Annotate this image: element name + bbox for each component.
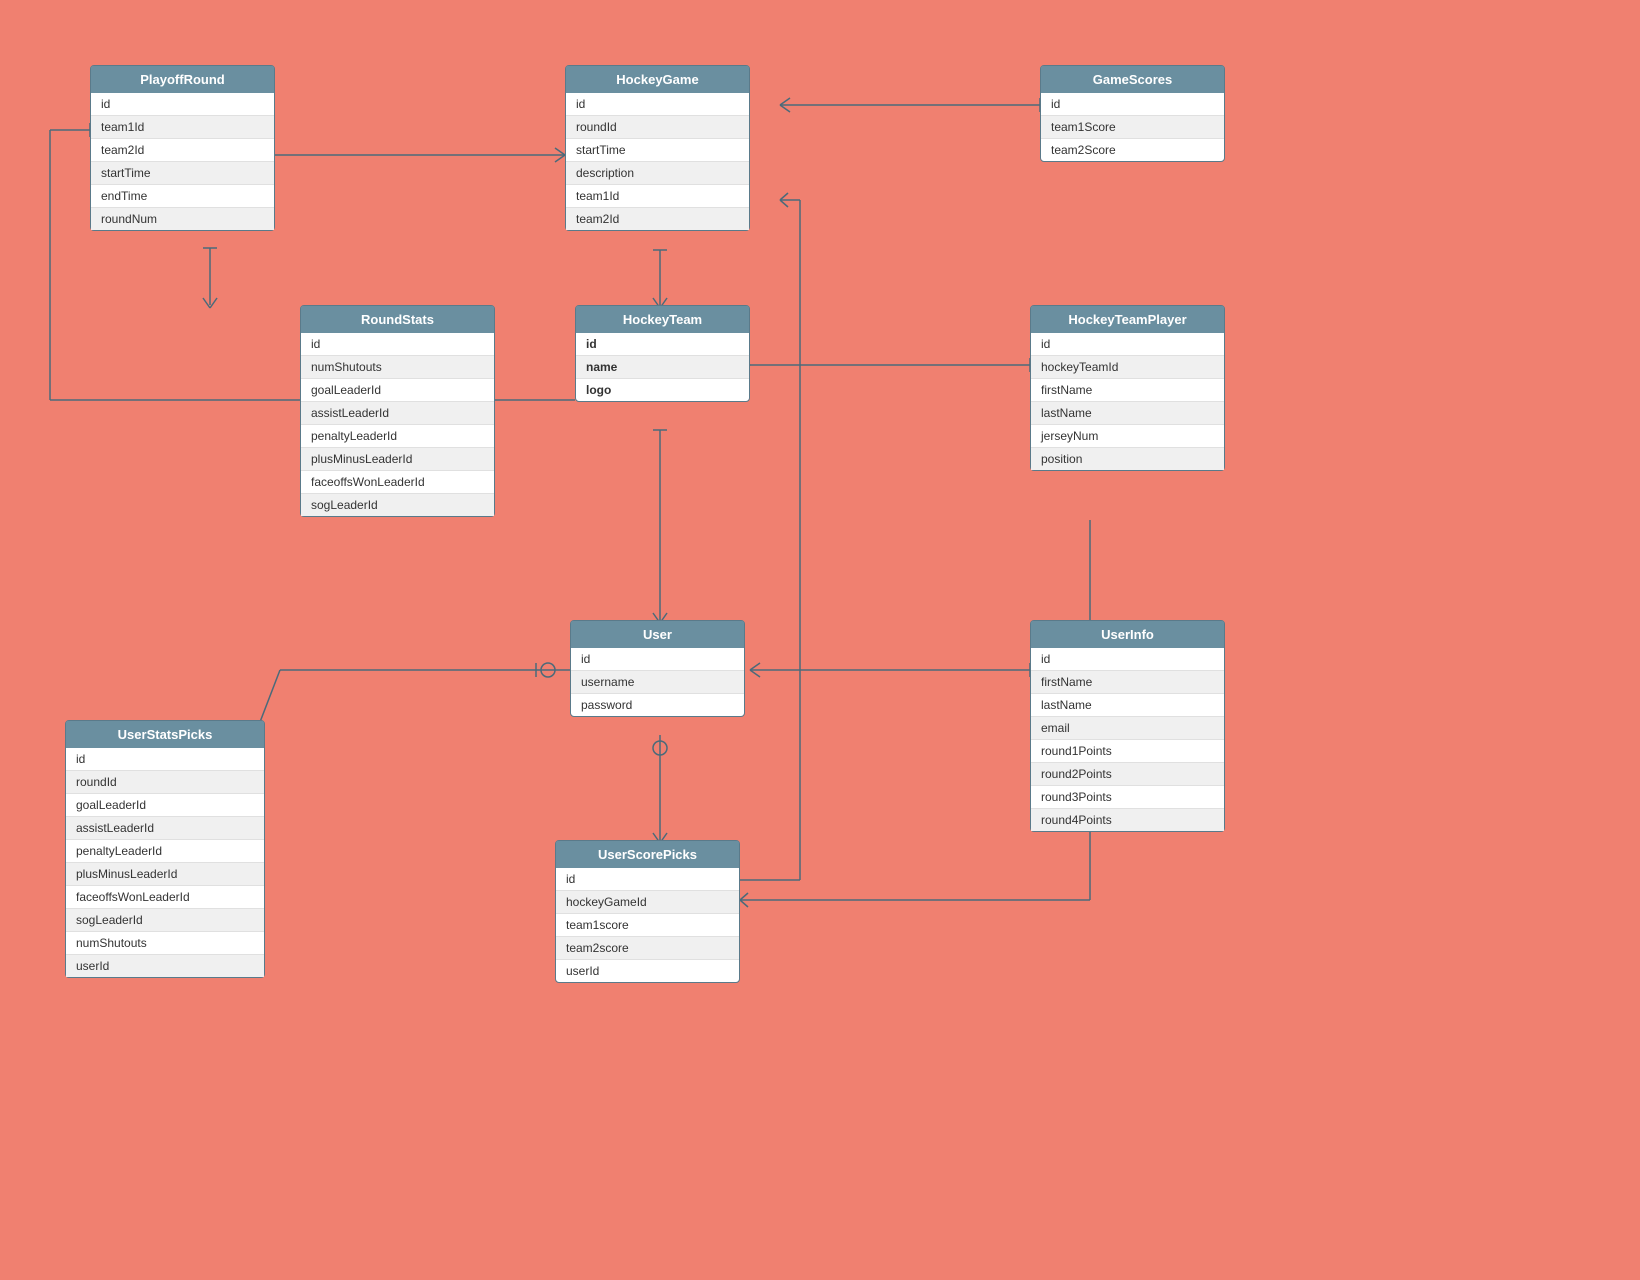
table-row: plusMinusLeaderId	[66, 863, 264, 886]
table-row: id	[91, 93, 274, 116]
table-row: roundId	[566, 116, 749, 139]
user-score-picks-header: UserScorePicks	[556, 841, 739, 868]
table-row: penaltyLeaderId	[301, 425, 494, 448]
table-row: id	[566, 93, 749, 116]
hockey-team-table: HockeyTeam id name logo	[575, 305, 750, 402]
table-row: endTime	[91, 185, 274, 208]
table-row: id	[1031, 333, 1224, 356]
hockey-team-header: HockeyTeam	[576, 306, 749, 333]
table-row: sogLeaderId	[66, 909, 264, 932]
playoff-round-header: PlayoffRound	[91, 66, 274, 93]
table-row: username	[571, 671, 744, 694]
table-row: hockeyTeamId	[1031, 356, 1224, 379]
table-row: id	[1031, 648, 1224, 671]
table-row: jerseyNum	[1031, 425, 1224, 448]
table-row: logo	[576, 379, 749, 401]
table-row: id	[1041, 93, 1224, 116]
table-row: id	[571, 648, 744, 671]
table-row: id	[576, 333, 749, 356]
table-row: roundId	[66, 771, 264, 794]
table-row: firstName	[1031, 671, 1224, 694]
table-row: userId	[66, 955, 264, 977]
table-row: numShutouts	[301, 356, 494, 379]
user-header: User	[571, 621, 744, 648]
table-row: id	[66, 748, 264, 771]
table-row: round2Points	[1031, 763, 1224, 786]
user-score-picks-table: UserScorePicks id hockeyGameId team1scor…	[555, 840, 740, 983]
table-row: team1score	[556, 914, 739, 937]
table-row: goalLeaderId	[301, 379, 494, 402]
table-row: id	[301, 333, 494, 356]
game-scores-header: GameScores	[1041, 66, 1224, 93]
round-stats-header: RoundStats	[301, 306, 494, 333]
table-row: startTime	[91, 162, 274, 185]
table-row: goalLeaderId	[66, 794, 264, 817]
table-row: hockeyGameId	[556, 891, 739, 914]
hockey-team-player-table: HockeyTeamPlayer id hockeyTeamId firstNa…	[1030, 305, 1225, 471]
user-stats-picks-header: UserStatsPicks	[66, 721, 264, 748]
table-row: password	[571, 694, 744, 716]
user-info-table: UserInfo id firstName lastName email rou…	[1030, 620, 1225, 832]
table-row: roundNum	[91, 208, 274, 230]
table-row: lastName	[1031, 694, 1224, 717]
table-row: team1Score	[1041, 116, 1224, 139]
table-row: round4Points	[1031, 809, 1224, 831]
table-row: startTime	[566, 139, 749, 162]
game-scores-table: GameScores id team1Score team2Score	[1040, 65, 1225, 162]
table-row: team2Id	[566, 208, 749, 230]
table-row: round3Points	[1031, 786, 1224, 809]
table-row: plusMinusLeaderId	[301, 448, 494, 471]
user-info-header: UserInfo	[1031, 621, 1224, 648]
table-row: position	[1031, 448, 1224, 470]
table-row: name	[576, 356, 749, 379]
table-row: userId	[556, 960, 739, 982]
table-row: faceoffsWonLeaderId	[66, 886, 264, 909]
table-row: team2score	[556, 937, 739, 960]
table-row: faceoffsWonLeaderId	[301, 471, 494, 494]
table-row: sogLeaderId	[301, 494, 494, 516]
hockey-game-table: HockeyGame id roundId startTime descript…	[565, 65, 750, 231]
table-row: id	[556, 868, 739, 891]
table-row: team1Id	[91, 116, 274, 139]
table-row: assistLeaderId	[66, 817, 264, 840]
table-row: firstName	[1031, 379, 1224, 402]
user-table: User id username password	[570, 620, 745, 717]
round-stats-table: RoundStats id numShutouts goalLeaderId a…	[300, 305, 495, 517]
user-stats-picks-table: UserStatsPicks id roundId goalLeaderId a…	[65, 720, 265, 978]
table-row: email	[1031, 717, 1224, 740]
table-row: assistLeaderId	[301, 402, 494, 425]
playoff-round-table: PlayoffRound id team1Id team2Id startTim…	[90, 65, 275, 231]
table-row: penaltyLeaderId	[66, 840, 264, 863]
table-row: numShutouts	[66, 932, 264, 955]
table-row: lastName	[1031, 402, 1224, 425]
hockey-team-player-header: HockeyTeamPlayer	[1031, 306, 1224, 333]
table-row: team2Score	[1041, 139, 1224, 161]
table-row: team1Id	[566, 185, 749, 208]
hockey-game-header: HockeyGame	[566, 66, 749, 93]
table-row: team2Id	[91, 139, 274, 162]
table-row: round1Points	[1031, 740, 1224, 763]
table-row: description	[566, 162, 749, 185]
